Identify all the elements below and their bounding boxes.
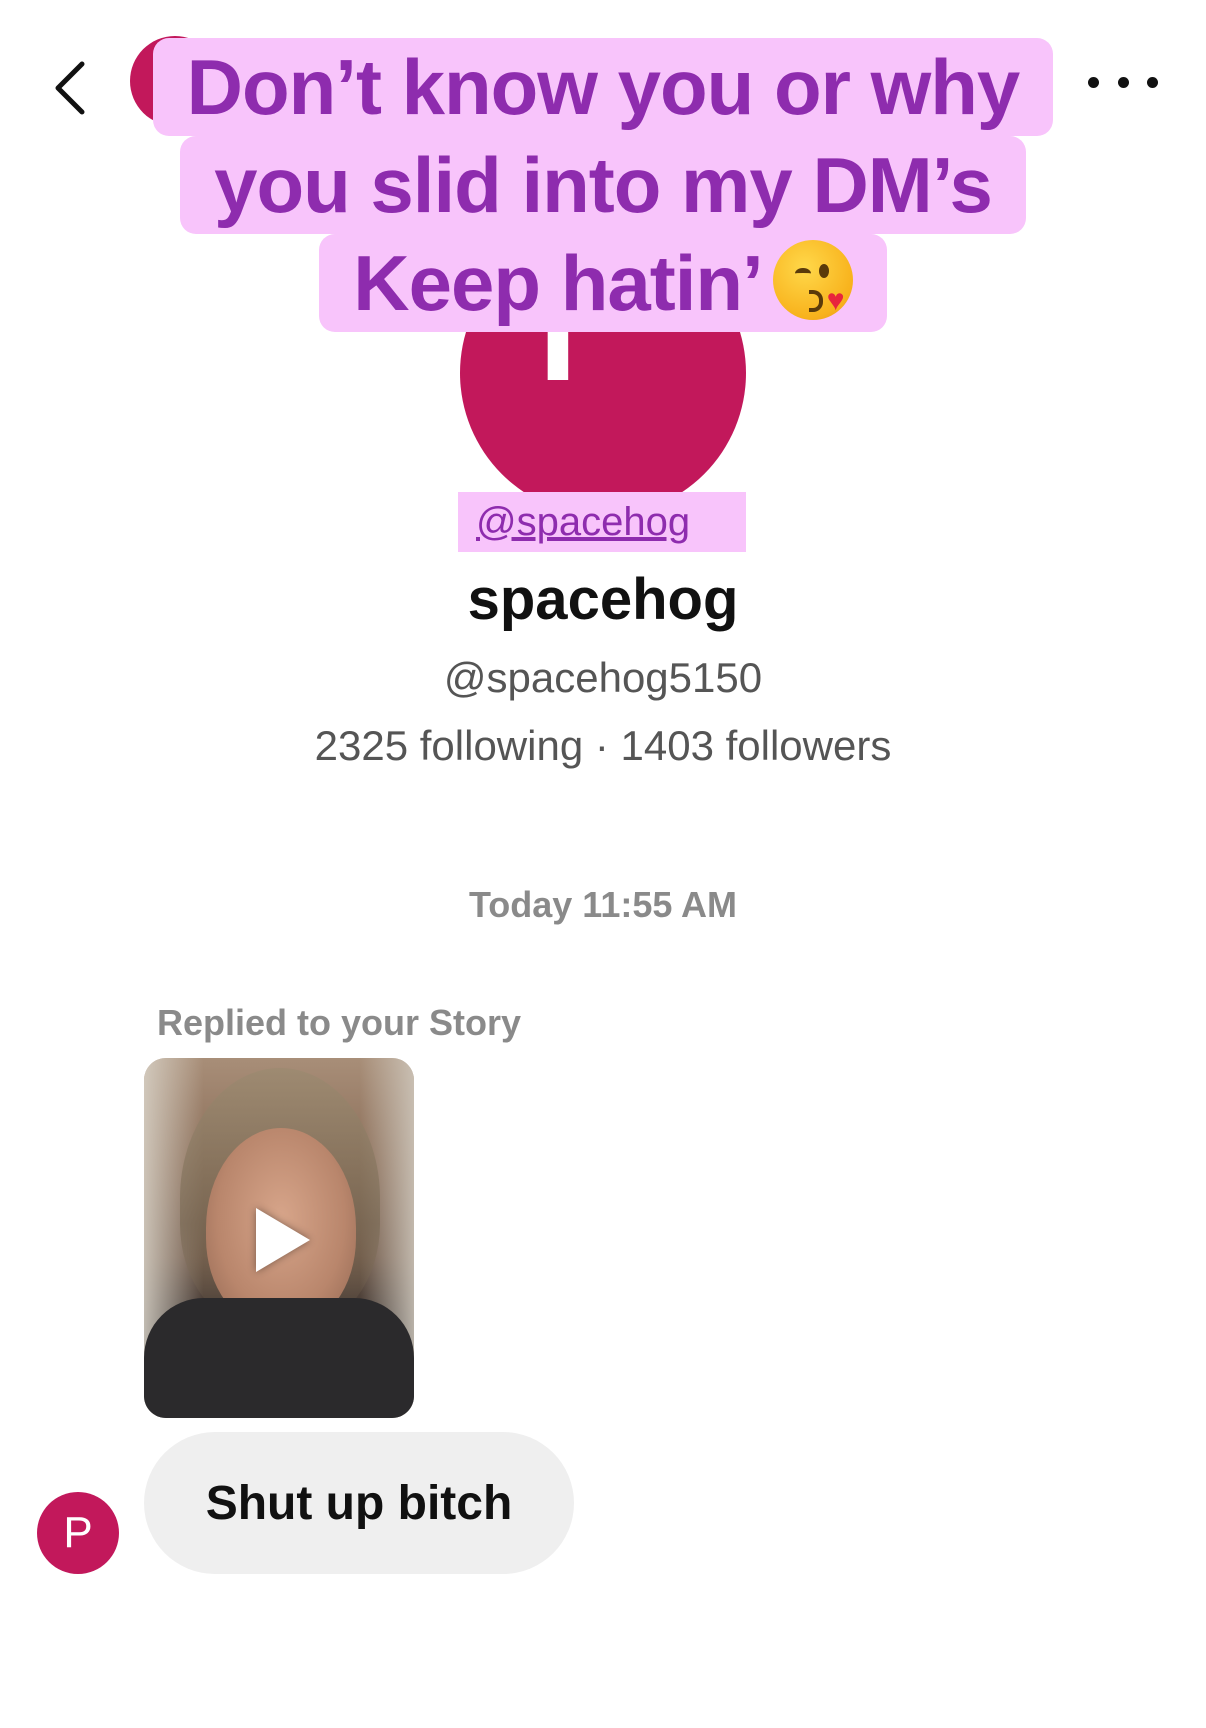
message-timestamp: Today 11:55 AM bbox=[468, 884, 738, 925]
sender-avatar[interactable]: P bbox=[37, 1492, 119, 1574]
face-blowing-kiss-emoji: ♥ bbox=[772, 240, 853, 320]
profile-name: spacehog bbox=[467, 567, 739, 632]
profile-handle: @spacehog5150 bbox=[443, 654, 763, 701]
play-icon bbox=[256, 1208, 310, 1272]
text-sticker: Don’t know you or why you slid into my D… bbox=[0, 38, 1206, 332]
story-thumbnail[interactable] bbox=[144, 1058, 414, 1418]
sticker-line-2: you slid into my DM’s bbox=[180, 136, 1026, 234]
profile-stats: 2325 following · 1403 followers bbox=[314, 722, 892, 769]
sticker-line-3: Keep hatin’ ♥ bbox=[319, 234, 887, 332]
mention-link[interactable]: @spacehog bbox=[458, 492, 746, 552]
sticker-line-1: Don’t know you or why bbox=[152, 38, 1054, 136]
message-bubble[interactable]: Shut up bitch bbox=[144, 1432, 574, 1574]
story-reply-label: Replied to your Story bbox=[157, 1002, 522, 1043]
